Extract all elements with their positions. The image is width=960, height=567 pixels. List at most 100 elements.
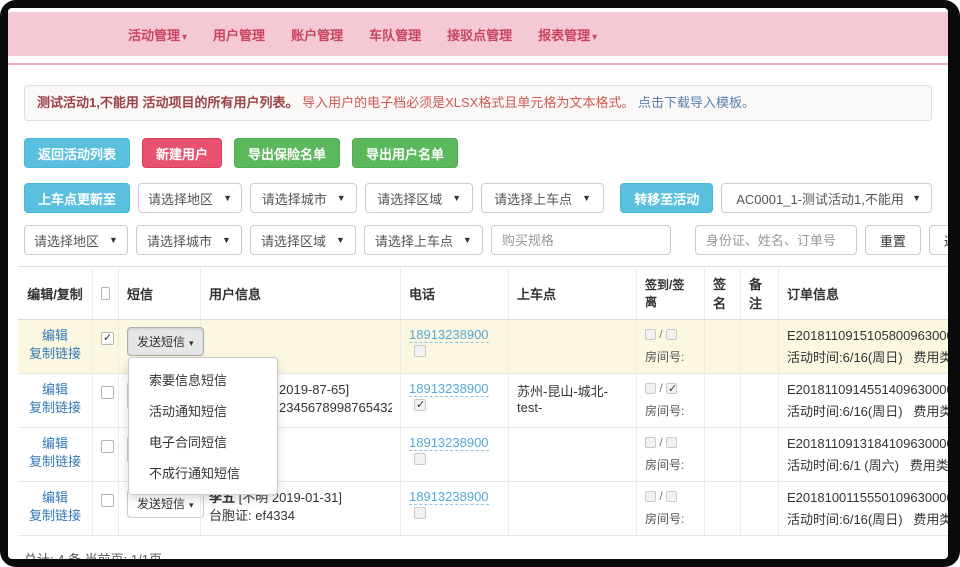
phone-link[interactable]: 18913238900 bbox=[409, 327, 489, 343]
phone-checkbox[interactable] bbox=[414, 345, 426, 357]
copy-link[interactable]: 复制链接 bbox=[26, 345, 84, 363]
header-phone: 电话 bbox=[400, 267, 508, 319]
header-pickup-point: 上车点 bbox=[508, 267, 636, 319]
back-to-activity-list-button[interactable]: 返回活动列表 bbox=[24, 138, 130, 168]
copy-link[interactable]: 复制链接 bbox=[26, 453, 84, 471]
note-cell bbox=[740, 320, 778, 373]
export-user-list-button[interactable]: 导出用户名单 bbox=[352, 138, 458, 168]
row-checkbox[interactable] bbox=[101, 332, 114, 345]
pickup-point-select[interactable]: 请选择上车点▼ bbox=[481, 183, 604, 213]
pagination-summary: 总计: 4 条,当前页: 1/1页 bbox=[24, 549, 932, 559]
menu-item-request-info-sms[interactable]: 索要信息短信 bbox=[129, 364, 277, 395]
user-table: 编辑/复制 短信 用户信息 电话 上车点 签到/签离 签名 备注 订单信息 编辑… bbox=[18, 266, 948, 536]
row-checkbox[interactable] bbox=[101, 494, 114, 507]
table-row: 编辑 复制链接 发送短信▾ 索要信息短信 活动通知短信 电子合同短信 不成行通知… bbox=[18, 320, 948, 374]
export-insurance-list-button[interactable]: 导出保险名单 bbox=[234, 138, 340, 168]
update-pickup-point-button[interactable]: 上车点更新至 bbox=[24, 183, 130, 213]
chevron-down-icon: ▼ bbox=[336, 235, 345, 245]
chevron-down-icon: ▾ bbox=[182, 32, 187, 43]
sign-out-checkbox[interactable] bbox=[666, 383, 677, 394]
city-select[interactable]: 请选择城市▼ bbox=[250, 183, 357, 213]
activity-select[interactable]: AC0001_1-测试活动1,不能用▼ bbox=[721, 183, 932, 213]
phone-checkbox[interactable] bbox=[414, 453, 426, 465]
menu-item-activity-notice-sms[interactable]: 活动通知短信 bbox=[129, 395, 277, 426]
sign-out-checkbox[interactable] bbox=[666, 329, 677, 340]
header-user-info: 用户信息 bbox=[200, 267, 400, 319]
region-select[interactable]: 请选择地区▼ bbox=[138, 183, 242, 213]
nav-item-report-mgmt[interactable]: 报表管理▾ bbox=[538, 25, 597, 44]
page: 活动管理▾ 用户管理 账户管理 车队管理 接驳点管理 报表管理▾ 测试活动1,不… bbox=[8, 8, 948, 559]
filter-button[interactable]: 过滤 bbox=[929, 225, 948, 255]
alert-activity-text: 测试活动1,不能用 活动项目的所有用户列表。 bbox=[37, 95, 298, 110]
pickup-point-cell bbox=[508, 482, 636, 535]
note-cell bbox=[740, 374, 778, 427]
sign-out-checkbox[interactable] bbox=[666, 437, 677, 448]
phone-link[interactable]: 18913238900 bbox=[409, 381, 489, 397]
order-info-cell: E2018110915105800963000025 活动时间:6/16(周日)… bbox=[778, 320, 948, 373]
sign-out-checkbox[interactable] bbox=[666, 491, 677, 502]
filter-row-2: 请选择地区▼ 请选择城市▼ 请选择区域▼ 请选择上车点▼ 重置 过滤 bbox=[24, 225, 932, 255]
note-cell bbox=[740, 428, 778, 481]
alert-banner: 测试活动1,不能用 活动项目的所有用户列表。 导入用户的电子档必须是XLSX格式… bbox=[24, 85, 932, 121]
download-template-link[interactable]: 点击下载导入模板。 bbox=[638, 95, 755, 110]
edit-link[interactable]: 编辑 bbox=[26, 327, 84, 345]
header-note: 备注 bbox=[740, 267, 778, 319]
search-input[interactable] bbox=[695, 225, 857, 255]
chevron-down-icon: ▼ bbox=[223, 193, 232, 203]
signature-cell bbox=[704, 320, 740, 373]
order-info-cell: E201811091455140963000019 活动时间:6/16(周日) … bbox=[778, 374, 948, 427]
transfer-to-activity-button[interactable]: 转移至活动 bbox=[620, 183, 713, 213]
nav-item-activity-mgmt[interactable]: 活动管理▾ bbox=[128, 25, 187, 44]
screenshot-frame: 活动管理▾ 用户管理 账户管理 车队管理 接驳点管理 报表管理▾ 测试活动1,不… bbox=[0, 0, 960, 567]
row-checkbox[interactable] bbox=[101, 440, 114, 453]
copy-link[interactable]: 复制链接 bbox=[26, 507, 84, 525]
menu-item-trip-cancel-sms[interactable]: 不成行通知短信 bbox=[129, 457, 277, 488]
note-cell bbox=[740, 482, 778, 535]
purchase-spec-input[interactable] bbox=[491, 225, 671, 255]
pickup-point-select-2[interactable]: 请选择上车点▼ bbox=[364, 225, 483, 255]
nav-item-shuttle-point-mgmt[interactable]: 接驳点管理 bbox=[447, 25, 512, 44]
sign-in-checkbox[interactable] bbox=[645, 383, 656, 394]
region-select-2[interactable]: 请选择地区▼ bbox=[24, 225, 128, 255]
phone-checkbox[interactable] bbox=[414, 507, 426, 519]
new-user-button[interactable]: 新建用户 bbox=[142, 138, 222, 168]
copy-link[interactable]: 复制链接 bbox=[26, 399, 84, 417]
send-sms-button[interactable]: 发送短信▾ bbox=[127, 327, 204, 356]
sign-in-checkbox[interactable] bbox=[645, 437, 656, 448]
edit-link[interactable]: 编辑 bbox=[26, 435, 84, 453]
phone-checkbox[interactable] bbox=[414, 399, 426, 411]
chevron-down-icon: ▼ bbox=[222, 235, 231, 245]
edit-link[interactable]: 编辑 bbox=[26, 489, 84, 507]
sign-in-checkbox[interactable] bbox=[645, 491, 656, 502]
chevron-down-icon: ▾ bbox=[189, 500, 194, 510]
alert-warning-text: 导入用户的电子档必须是XLSX格式且单元格为文本格式。 bbox=[302, 95, 634, 110]
chevron-down-icon: ▾ bbox=[189, 338, 194, 348]
nav-item-fleet-mgmt[interactable]: 车队管理 bbox=[369, 25, 421, 44]
signature-cell bbox=[704, 374, 740, 427]
order-info-cell: E201810011555010963000003 活动时间:6/16(周日) … bbox=[778, 482, 948, 535]
pickup-point-cell bbox=[508, 428, 636, 481]
nav-item-account-mgmt[interactable]: 账户管理 bbox=[291, 25, 343, 44]
menu-item-e-contract-sms[interactable]: 电子合同短信 bbox=[129, 426, 277, 457]
phone-link[interactable]: 18913238900 bbox=[409, 489, 489, 505]
district-select-2[interactable]: 请选择区域▼ bbox=[250, 225, 356, 255]
reset-button[interactable]: 重置 bbox=[865, 225, 921, 255]
city-select-2[interactable]: 请选择城市▼ bbox=[136, 225, 242, 255]
nav-item-user-mgmt[interactable]: 用户管理 bbox=[213, 25, 265, 44]
edit-link[interactable]: 编辑 bbox=[26, 381, 84, 399]
chevron-down-icon: ▼ bbox=[912, 193, 921, 203]
filter-row-1: 上车点更新至 请选择地区▼ 请选择城市▼ 请选择区域▼ 请选择上车点▼ 转移至活… bbox=[24, 183, 932, 213]
header-signature: 签名 bbox=[704, 267, 740, 319]
row-checkbox[interactable] bbox=[101, 386, 114, 399]
chevron-down-icon: ▼ bbox=[452, 193, 461, 203]
chevron-down-icon: ▼ bbox=[463, 235, 472, 245]
phone-link[interactable]: 18913238900 bbox=[409, 435, 489, 451]
district-select[interactable]: 请选择区域▼ bbox=[365, 183, 472, 213]
room-number-label: 房间号: bbox=[645, 510, 696, 527]
sign-in-checkbox[interactable] bbox=[645, 329, 656, 340]
order-info-cell: E201811091318410963000031 活动时间:6/1 (周六) … bbox=[778, 428, 948, 481]
navbar-divider bbox=[8, 63, 948, 65]
sms-dropdown-menu: 索要信息短信 活动通知短信 电子合同短信 不成行通知短信 bbox=[128, 357, 278, 495]
chevron-down-icon: ▼ bbox=[109, 235, 118, 245]
select-all-checkbox[interactable] bbox=[101, 287, 110, 300]
